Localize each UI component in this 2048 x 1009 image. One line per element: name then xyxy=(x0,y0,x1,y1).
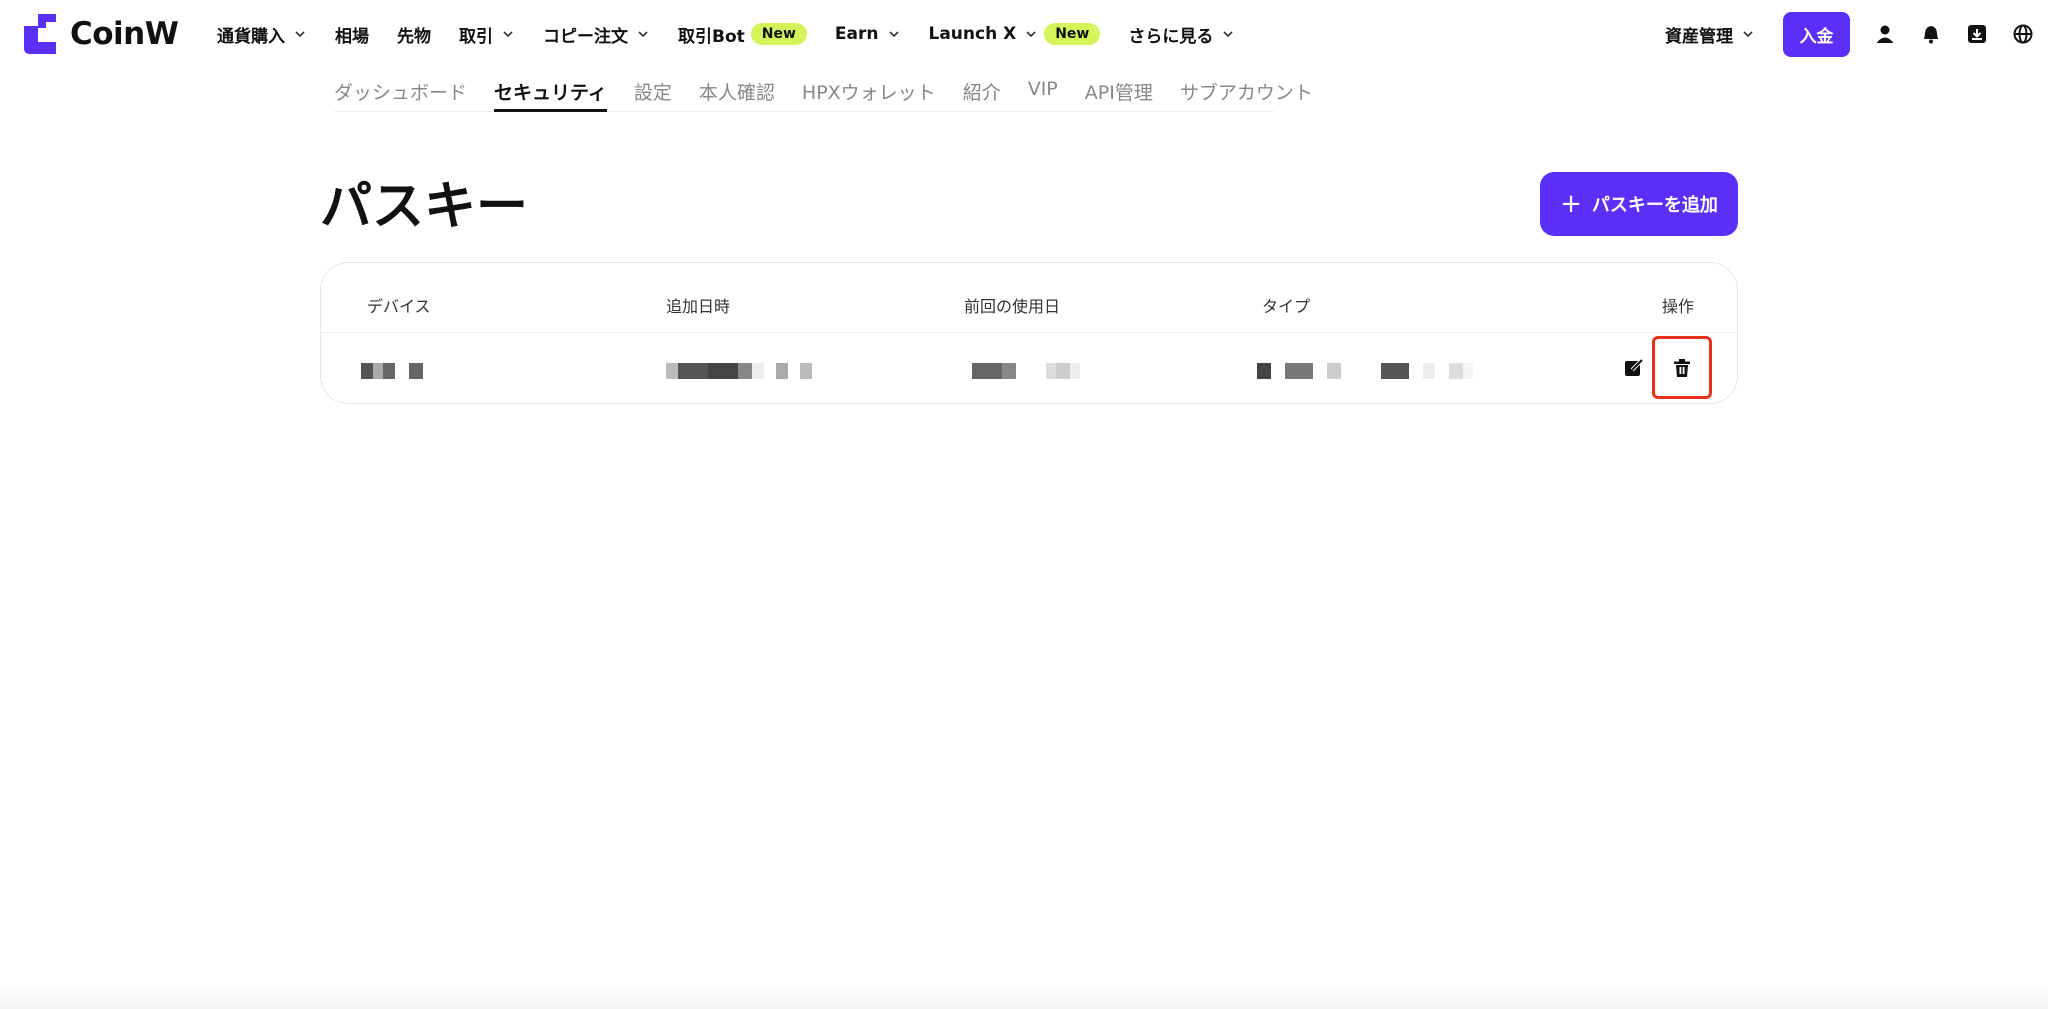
nav-label: 通貨購入 xyxy=(217,26,285,47)
nav-item-launch-x[interactable]: Launch X New xyxy=(929,23,1101,45)
user-icon[interactable] xyxy=(1874,23,1896,45)
tab-api-management[interactable]: API管理 xyxy=(1085,72,1153,112)
top-navigation: CoinW 通貨購入 相場 先物 取引 コピー注文 取引Bot New Earn xyxy=(0,0,2048,68)
nav-label: さらに見る xyxy=(1128,26,1214,47)
column-header-last-used: 前回の使用日 xyxy=(964,297,1061,316)
download-icon[interactable] xyxy=(1966,23,1988,45)
tab-vip[interactable]: VIP xyxy=(1028,72,1058,112)
nav-item-more[interactable]: さらに見る xyxy=(1128,22,1235,47)
page-bottom-edge xyxy=(0,985,2048,1009)
account-subtabs: ダッシュボード セキュリティ 設定 本人確認 HPXウォレット 紹介 VIP A… xyxy=(334,72,1313,112)
chevron-down-icon xyxy=(1743,31,1753,38)
chevron-down-icon xyxy=(1223,31,1233,38)
nav-right: 資産管理 入金 xyxy=(1665,0,2048,68)
tab-sub-account[interactable]: サブアカウント xyxy=(1180,72,1313,112)
deposit-button[interactable]: 入金 xyxy=(1783,11,1850,57)
table-header: デバイス 追加日時 前回の使用日 タイプ 操作 xyxy=(321,263,1737,333)
nav-label: Earn xyxy=(834,24,879,44)
nav-label: 取引Bot xyxy=(678,26,745,47)
chevron-down-icon xyxy=(295,31,305,38)
nav-label: Launch X xyxy=(928,24,1017,44)
asset-management-menu[interactable]: 資産管理 xyxy=(1665,22,1755,47)
nav-item-futures[interactable]: 先物 xyxy=(397,22,431,47)
chevron-down-icon xyxy=(1026,31,1036,38)
nav-label: 取引 xyxy=(459,26,493,47)
coinw-logo[interactable]: CoinW xyxy=(24,14,179,54)
redacted-type xyxy=(1257,363,1473,379)
nav-item-buy-crypto[interactable]: 通貨購入 xyxy=(217,22,307,47)
plus-icon: + xyxy=(1560,189,1582,219)
tab-dashboard[interactable]: ダッシュボード xyxy=(334,72,467,112)
redacted-last-used xyxy=(972,363,1080,379)
nav-label: コピー注文 xyxy=(543,26,628,47)
nav-item-trading-bot[interactable]: 取引Bot New xyxy=(678,22,807,47)
redacted-device xyxy=(361,363,423,379)
chevron-down-icon xyxy=(503,31,513,38)
chevron-down-icon xyxy=(638,31,648,38)
tab-hpx-wallet[interactable]: HPXウォレット xyxy=(802,72,936,112)
new-badge: New xyxy=(750,23,807,45)
coinw-logo-icon xyxy=(24,14,56,54)
table-row xyxy=(321,333,1737,405)
globe-icon[interactable] xyxy=(2012,23,2034,45)
bell-icon[interactable] xyxy=(1920,23,1942,45)
column-header-type: タイプ xyxy=(1262,297,1311,316)
nav-item-trade[interactable]: 取引 xyxy=(459,22,515,47)
nav-item-earn[interactable]: Earn xyxy=(835,24,901,44)
page-title: パスキー xyxy=(320,177,529,237)
main-nav: 通貨購入 相場 先物 取引 コピー注文 取引Bot New Earn Launc… xyxy=(217,0,1263,68)
asset-management-label: 資産管理 xyxy=(1665,26,1733,47)
nav-label: 相場 xyxy=(335,26,369,47)
new-badge: New xyxy=(1044,23,1101,45)
tab-referral[interactable]: 紹介 xyxy=(963,72,1001,112)
tab-settings[interactable]: 設定 xyxy=(634,72,672,112)
add-passkey-button[interactable]: + パスキーを追加 xyxy=(1540,172,1738,236)
trash-icon xyxy=(1674,358,1690,377)
tab-identity-verification[interactable]: 本人確認 xyxy=(699,72,775,112)
nav-item-markets[interactable]: 相場 xyxy=(335,22,369,47)
column-header-added: 追加日時 xyxy=(666,297,731,316)
nav-item-copy-trading[interactable]: コピー注文 xyxy=(543,22,650,47)
tab-security[interactable]: セキュリティ xyxy=(494,72,607,112)
nav-label: 先物 xyxy=(397,26,431,47)
column-header-actions: 操作 xyxy=(1662,297,1695,316)
brand-name: CoinW xyxy=(70,16,179,52)
edit-icon[interactable] xyxy=(1623,357,1645,379)
add-passkey-label: パスキーを追加 xyxy=(1591,195,1718,216)
passkey-table: デバイス 追加日時 前回の使用日 タイプ 操作 xyxy=(320,262,1738,404)
chevron-down-icon xyxy=(888,31,899,38)
delete-passkey-button[interactable] xyxy=(1652,336,1712,399)
redacted-added-date xyxy=(666,363,812,379)
column-header-device: デバイス xyxy=(367,297,431,316)
